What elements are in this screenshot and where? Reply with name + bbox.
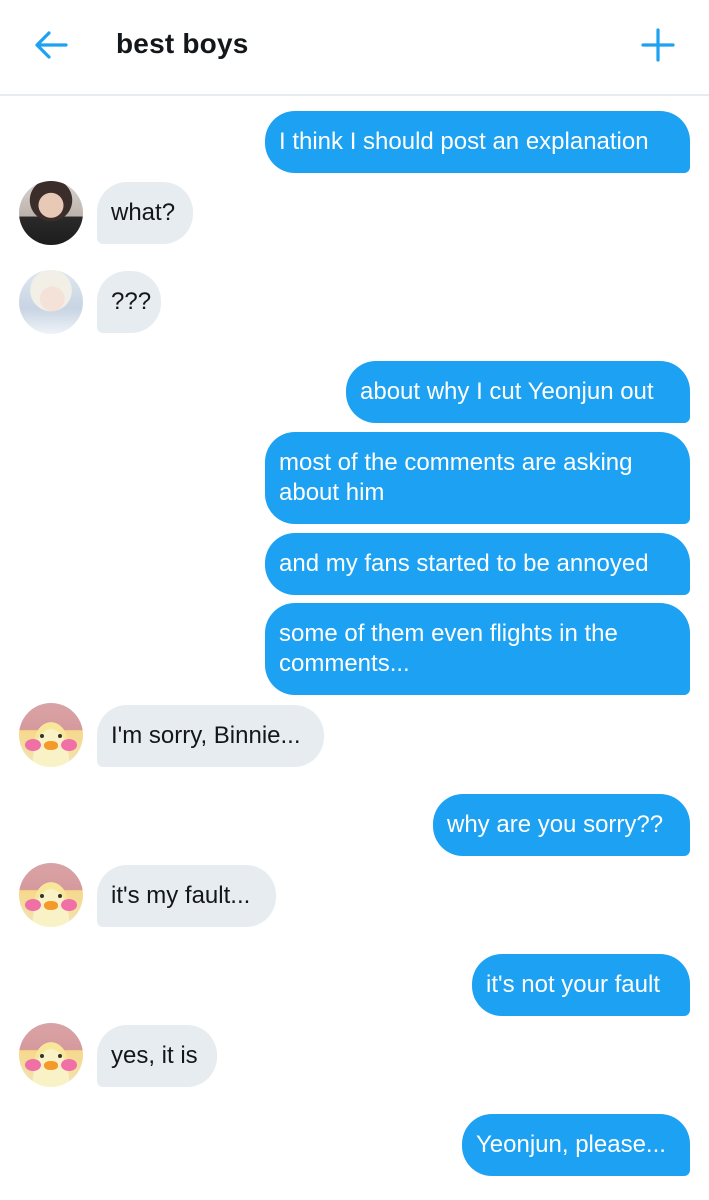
message-bubble-outgoing[interactable]: about why I cut Yeonjun out	[346, 361, 690, 423]
duck-eye	[58, 894, 62, 898]
message-bubble-incoming[interactable]: it's my fault...	[97, 865, 276, 927]
duck-eye	[40, 1054, 44, 1058]
conversation-title: best boys	[116, 28, 249, 59]
plus-icon	[641, 28, 675, 62]
duck-cheek	[25, 1059, 41, 1071]
duck-cheek	[25, 739, 41, 751]
avatar[interactable]	[19, 270, 83, 334]
message-bubble-outgoing[interactable]: Yeonjun, please...	[462, 1114, 690, 1176]
avatar[interactable]	[19, 181, 83, 245]
message-bubble-outgoing[interactable]: I think I should post an explanation	[265, 111, 690, 173]
duck-eye	[40, 894, 44, 898]
duck-cheek	[61, 899, 77, 911]
message-bubble-incoming[interactable]: ???	[97, 271, 161, 333]
avatar[interactable]	[19, 703, 83, 767]
duck-beak	[44, 1061, 58, 1070]
message-bubble-outgoing[interactable]: most of the comments are asking about hi…	[265, 432, 690, 524]
add-button[interactable]	[632, 20, 684, 70]
back-button[interactable]	[26, 20, 76, 70]
avatar[interactable]	[19, 1023, 83, 1087]
message-bubble-outgoing[interactable]: and my fans started to be annoyed	[265, 533, 690, 595]
message-bubble-outgoing[interactable]: some of them even flights in the comment…	[265, 603, 690, 695]
message-bubble-incoming[interactable]: yes, it is	[97, 1025, 217, 1087]
duck-eye	[58, 1054, 62, 1058]
duck-beak	[44, 901, 58, 910]
message-bubble-incoming[interactable]: what?	[97, 182, 193, 244]
conversation-header: best boys	[0, 0, 709, 96]
avatar[interactable]	[19, 863, 83, 927]
duck-cheek	[25, 899, 41, 911]
duck-eye	[40, 734, 44, 738]
duck-cheek	[61, 1059, 77, 1071]
message-bubble-incoming[interactable]: I'm sorry, Binnie...	[97, 705, 324, 767]
message-bubble-outgoing[interactable]: why are you sorry??	[433, 794, 690, 856]
message-bubble-outgoing[interactable]: it's not your fault	[472, 954, 690, 1016]
duck-eye	[58, 734, 62, 738]
arrow-left-icon	[35, 31, 68, 59]
duck-beak	[44, 741, 58, 750]
duck-cheek	[61, 739, 77, 751]
